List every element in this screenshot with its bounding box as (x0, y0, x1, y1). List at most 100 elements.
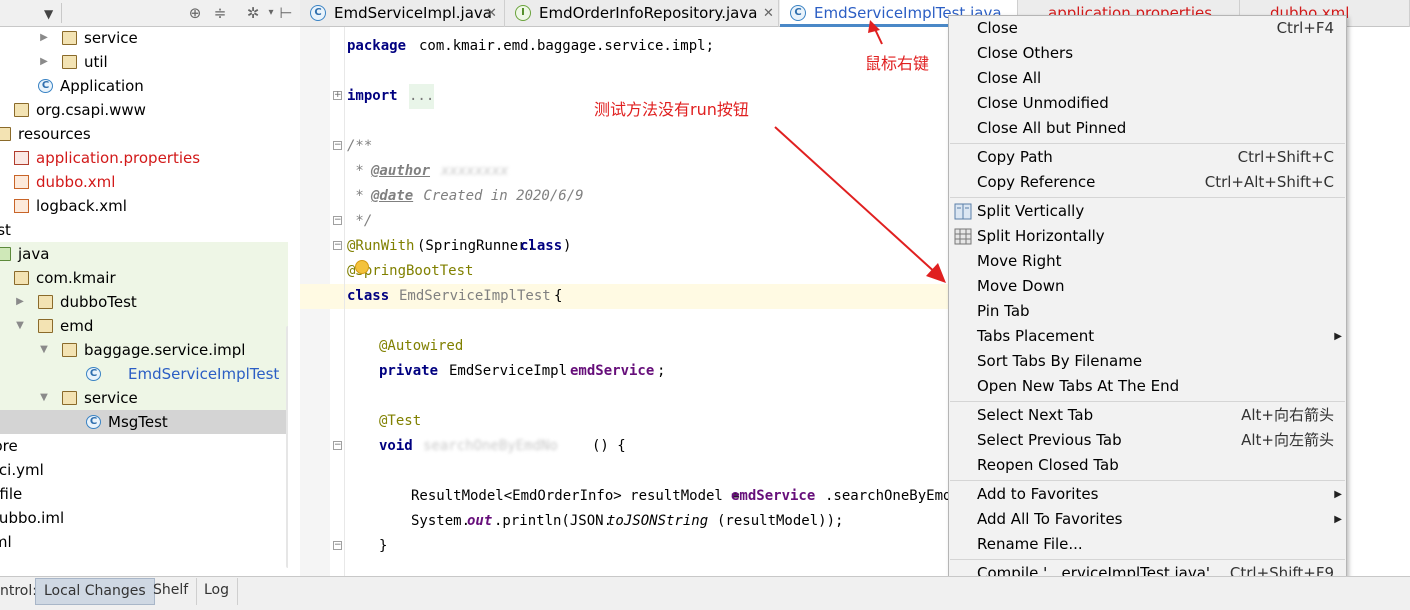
tree-item-label: -dubbo.iml (0, 509, 65, 527)
tab-log[interactable]: Log (196, 578, 239, 605)
menu-item-close-unmodified[interactable]: Close Unmodified (949, 91, 1346, 116)
code-line-field: private EmdServiceImpl emdService; (379, 363, 666, 379)
hide-panel-icon[interactable]: ⊢ (277, 4, 295, 22)
tree-item[interactable]: logback.xml (0, 194, 288, 218)
tree-item[interactable]: nore (0, 434, 288, 458)
menu-item-label: Close All (977, 69, 1042, 87)
chevron-down-icon[interactable]: ▼ (44, 7, 53, 21)
code-line-doc-close: */ (347, 213, 373, 229)
tree-item-label: dubboTest (60, 293, 137, 311)
xml-file-icon (14, 199, 29, 213)
menu-item-label: Close Unmodified (977, 94, 1109, 112)
tab-label: EmdServiceImpl.java (334, 4, 492, 22)
folder-icon (38, 319, 53, 333)
menu-item-close-all-but-pinned[interactable]: Close All but Pinned (949, 116, 1346, 141)
tree-item[interactable]: java (0, 242, 288, 266)
submenu-arrow-icon: ▶ (1334, 489, 1342, 500)
tab-local-changes[interactable]: Local Changes (35, 578, 155, 605)
expanded-arrow-icon[interactable]: ▼ (14, 314, 26, 338)
menu-item-close[interactable]: Close Ctrl+F4 (949, 16, 1346, 41)
tree-item[interactable]: dubbo.xml (0, 170, 288, 194)
fold-import-icon[interactable]: + (333, 91, 342, 100)
menu-item-rename-file[interactable]: Rename File... (949, 532, 1346, 557)
menu-item-shortcut: Ctrl+F4 (1276, 19, 1334, 37)
menu-item-label: Move Right (977, 252, 1062, 270)
fold-class-icon[interactable]: − (333, 241, 342, 250)
menu-item-add-all-to-favorites[interactable]: Add All To Favorites ▶ (949, 507, 1346, 532)
menu-item-shortcut: Alt+向左箭头 (1241, 431, 1334, 449)
menu-item-label: Add All To Favorites (977, 510, 1123, 528)
fold-doc-icon[interactable]: − (333, 141, 342, 150)
tree-item[interactable]: ▼ service (0, 386, 288, 410)
collapsed-arrow-icon[interactable]: ▶ (14, 290, 26, 314)
menu-item-label: Rename File... (977, 535, 1083, 553)
interface-icon: I (515, 5, 531, 21)
menu-item-reopen-closed-tab[interactable]: Reopen Closed Tab (949, 453, 1346, 478)
import-fold[interactable]: ... (409, 84, 435, 109)
editor-guide-line (344, 27, 345, 576)
tree-item[interactable]: C Application (0, 74, 288, 98)
tree-item[interactable]: C MsgTest (0, 410, 288, 434)
fold-doc-end-icon[interactable]: − (333, 216, 342, 225)
locate-icon[interactable]: ⊕ (186, 4, 204, 22)
tree-item[interactable]: C EmdServiceImplTest (0, 362, 288, 386)
close-icon[interactable]: ✕ (486, 0, 497, 27)
fold-method-end-icon[interactable]: − (333, 541, 342, 550)
menu-item-close-others[interactable]: Close Others (949, 41, 1346, 66)
menu-item-label: Add to Favorites (977, 485, 1099, 503)
tree-item[interactable]: application.properties (0, 146, 288, 170)
tree-item[interactable]: resources (0, 122, 288, 146)
code-line-class-decl: class EmdServiceImplTest{ (300, 284, 950, 309)
menu-separator (950, 197, 1345, 198)
version-control-bar: ntrol: Local Changes Shelf Log (0, 576, 1410, 610)
menu-item-add-to-favorites[interactable]: Add to Favorites ▶ (949, 482, 1346, 507)
tab-shelf[interactable]: Shelf (145, 578, 198, 605)
tree-item[interactable]: ▼ baggage.service.impl (0, 338, 288, 362)
menu-item-copy-reference[interactable]: Copy Reference Ctrl+Alt+Shift+C (949, 170, 1346, 195)
menu-item-move-right[interactable]: Move Right (949, 249, 1346, 274)
tree-item[interactable]: b-ci.yml (0, 458, 288, 482)
menu-item-pin-tab[interactable]: Pin Tab (949, 299, 1346, 324)
collapsed-arrow-icon[interactable]: ▶ (38, 50, 50, 74)
menu-item-open-new-tabs-at-the-end[interactable]: Open New Tabs At The End (949, 374, 1346, 399)
menu-item-tabs-placement[interactable]: Tabs Placement ▶ (949, 324, 1346, 349)
collapse-all-icon[interactable]: ≑ (211, 4, 229, 22)
menu-item-sort-tabs-by-filename[interactable]: Sort Tabs By Filename (949, 349, 1346, 374)
tree-item-label: com.kmair (36, 269, 116, 287)
tree-item[interactable]: ▶ dubboTest (0, 290, 288, 314)
expanded-arrow-icon[interactable]: ▼ (38, 386, 50, 410)
menu-item-split-horizontally[interactable]: Split Horizontally (949, 224, 1346, 249)
code-line-test-ann: @Test (379, 413, 422, 429)
menu-item-label: Copy Reference (977, 173, 1096, 191)
menu-item-copy-path[interactable]: Copy Path Ctrl+Shift+C (949, 145, 1346, 170)
submenu-arrow-icon: ▶ (1334, 514, 1342, 525)
tree-item[interactable]: xml (0, 530, 288, 554)
menu-item-shortcut: Alt+向右箭头 (1241, 406, 1334, 424)
tree-item[interactable]: erfile (0, 482, 288, 506)
tree-item[interactable]: org.csapi.www (0, 98, 288, 122)
fold-method-icon[interactable]: − (333, 441, 342, 450)
collapsed-arrow-icon[interactable]: ▶ (38, 26, 50, 50)
expanded-arrow-icon[interactable]: ▼ (38, 338, 50, 362)
tab-emdorderinforepository[interactable]: I EmdOrderInfoRepository.java ✕ (505, 0, 779, 27)
menu-item-select-next-tab[interactable]: Select Next Tab Alt+向右箭头 (949, 403, 1346, 428)
menu-separator (950, 559, 1345, 560)
lightbulb-icon[interactable] (355, 260, 369, 274)
tab-emdserviceimpl[interactable]: C EmdServiceImpl.java ✕ (300, 0, 505, 27)
tree-item[interactable]: -dubbo.iml (0, 506, 288, 530)
submenu-arrow-icon: ▶ (1334, 331, 1342, 342)
menu-item-select-previous-tab[interactable]: Select Previous Tab Alt+向左箭头 (949, 428, 1346, 453)
tree-item[interactable]: ▶ service (0, 26, 288, 50)
tree-item[interactable]: com.kmair (0, 266, 288, 290)
menu-item-split-vertically[interactable]: Split Vertically (949, 199, 1346, 224)
close-icon[interactable]: ✕ (763, 0, 774, 27)
tree-item[interactable]: ▼ emd (0, 314, 288, 338)
menu-item-close-all[interactable]: Close All (949, 66, 1346, 91)
project-scrollbar[interactable] (286, 326, 288, 568)
tree-item[interactable]: ▶ util (0, 50, 288, 74)
menu-separator (950, 480, 1345, 481)
menu-item-move-down[interactable]: Move Down (949, 274, 1346, 299)
gear-icon[interactable]: ✲ (244, 4, 262, 22)
tree-item[interactable]: est (0, 218, 288, 242)
class-icon: C (38, 79, 53, 93)
